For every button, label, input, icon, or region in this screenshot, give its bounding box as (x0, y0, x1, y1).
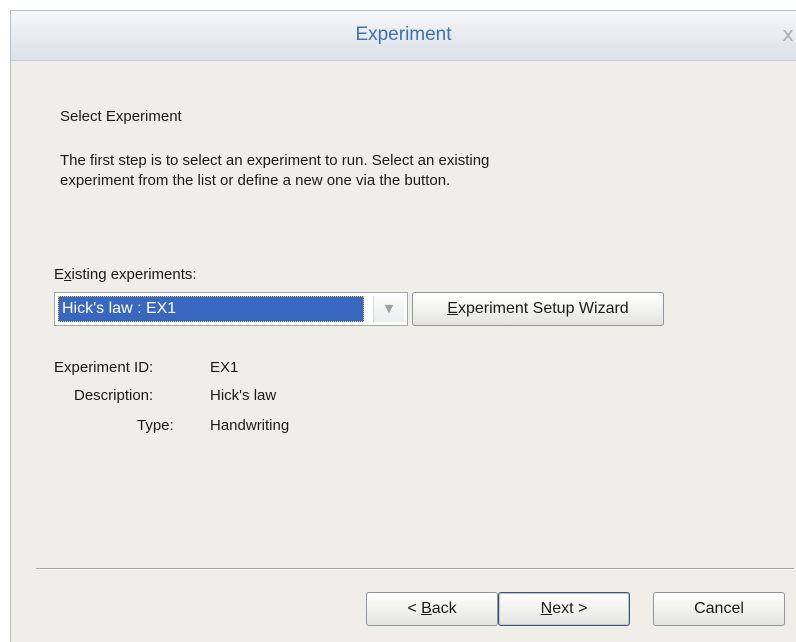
experiment-setup-wizard-button[interactable]: Experiment Setup Wizard (412, 292, 664, 326)
description-label: Description: (74, 387, 154, 404)
existing-experiments-label: Existing experiments: (54, 266, 197, 283)
experiment-id-value: EX1 (210, 359, 239, 376)
description-value: Hick's law (210, 387, 277, 404)
cancel-button[interactable]: Cancel (653, 592, 785, 626)
section-heading: Select Experiment (60, 108, 182, 125)
window-title: Experiment (355, 24, 452, 45)
chevron-down-icon[interactable]: ▼ (373, 296, 404, 322)
back-button[interactable]: < Back (366, 592, 498, 626)
selected-experiment[interactable]: Hick's law : EX1 (58, 296, 364, 322)
footer-divider (36, 568, 794, 570)
existing-experiments-dropdown[interactable]: Hick's law : EX1 ▼ (54, 292, 408, 326)
type-label: Type: (137, 417, 174, 434)
next-button[interactable]: Next > (498, 592, 630, 626)
experiment-dialog: Experiment x Select Experiment The first… (10, 10, 796, 642)
description-line-1: The first step is to select an experimen… (60, 152, 490, 169)
close-icon[interactable]: x (782, 22, 794, 46)
type-value: Handwriting (210, 417, 290, 434)
description-line-2: experiment from the list or define a new… (60, 172, 451, 189)
title-bar: Experiment x (11, 11, 796, 61)
experiment-id-label: Experiment ID: (54, 359, 154, 376)
